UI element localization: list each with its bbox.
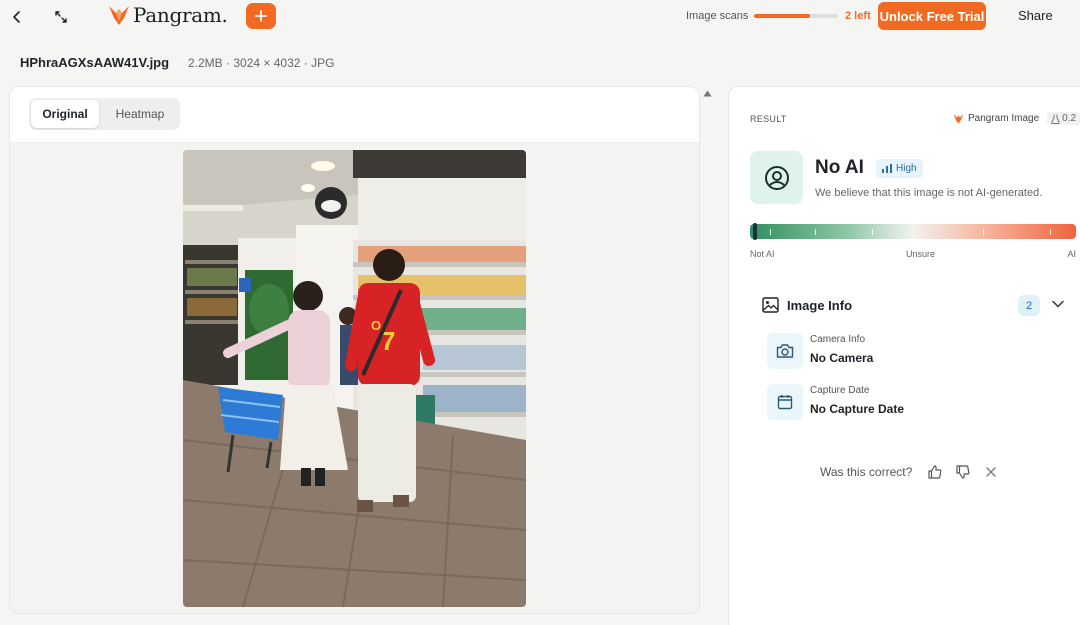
- ai-likelihood-scale: [750, 223, 1076, 240]
- result-panel: RESULT Pangram Image 0.2 No AI High We b…: [728, 86, 1080, 625]
- scans-left-count: 2 left: [845, 10, 871, 22]
- fox-logo-icon: [953, 114, 964, 124]
- user-circle-icon: [764, 165, 789, 190]
- scale-tick: [815, 229, 816, 235]
- image-viewer: O. 7: [10, 142, 699, 613]
- triangle-up-icon: [703, 90, 711, 96]
- brand-name: Pangram.: [133, 3, 228, 27]
- uploaded-photo: O. 7: [183, 150, 526, 607]
- image-info-toggle[interactable]: Image Info 2: [762, 295, 1067, 317]
- scans-progress-fill: [754, 14, 811, 18]
- model-version: 0.2: [1062, 113, 1077, 124]
- feedback-question: Was this correct?: [820, 465, 913, 479]
- image-icon: [762, 297, 779, 313]
- scale-tick: [983, 229, 984, 235]
- top-bar: Pangram. Image scans 2 left Unlock Free …: [0, 0, 1080, 32]
- image-info-count: 2: [1018, 295, 1040, 316]
- scale-tick: [872, 229, 873, 235]
- confidence-badge: High: [876, 159, 923, 178]
- model-badge: Pangram Image 0.2: [953, 112, 1080, 125]
- expand-icon: [55, 11, 67, 23]
- new-scan-button[interactable]: [246, 3, 276, 29]
- chevron-down-icon: [1052, 300, 1064, 308]
- signal-bars-icon: [882, 164, 892, 173]
- pangram-logo[interactable]: Pangram.: [108, 3, 228, 27]
- tab-original[interactable]: Original: [31, 100, 99, 128]
- scans-progress-bar: [754, 14, 838, 18]
- scale-label-unsure: Unsure: [906, 249, 936, 259]
- flask-icon: [1051, 114, 1060, 124]
- thumbs-down-button[interactable]: [955, 464, 971, 480]
- calendar-icon-box: [767, 384, 803, 420]
- model-name: Pangram Image: [968, 113, 1040, 124]
- dismiss-feedback-button[interactable]: [983, 464, 999, 480]
- back-button[interactable]: [6, 6, 28, 28]
- scale-tick: [770, 229, 771, 235]
- file-name: HPhraAGXsAAW41V.jpg: [20, 55, 170, 70]
- feedback-row: Was this correct?: [820, 464, 1011, 480]
- scroll-up-button[interactable]: [702, 88, 712, 98]
- chevron-left-icon: [13, 11, 20, 23]
- image-preview-panel: Original Heatmap O. 7: [9, 86, 700, 614]
- close-icon: [986, 467, 996, 477]
- camera-icon: [776, 344, 794, 358]
- scale-label-not-ai: Not AI: [750, 249, 775, 259]
- plus-icon: [255, 10, 267, 22]
- result-section-label: RESULT: [750, 114, 787, 124]
- camera-info-row: Camera Info No Camera: [767, 333, 1057, 369]
- capture-date-value: No Capture Date: [810, 402, 905, 416]
- file-meta: 2.2MB · 3024 × 4032 · JPG: [188, 56, 335, 70]
- thumbs-up-icon: [928, 465, 942, 479]
- tab-heatmap[interactable]: Heatmap: [103, 100, 177, 128]
- calendar-icon: [777, 395, 793, 410]
- verdict-icon-box: [750, 151, 803, 204]
- expand-button[interactable]: [50, 6, 72, 28]
- verdict-title: No AI: [815, 157, 864, 178]
- camera-info-label: Camera Info: [810, 334, 866, 345]
- image-info-title: Image Info: [787, 298, 853, 313]
- score-marker: [752, 223, 757, 240]
- scale-label-ai: AI: [1067, 249, 1076, 259]
- share-button[interactable]: Share: [1018, 8, 1053, 23]
- capture-date-label: Capture Date: [810, 385, 870, 396]
- confidence-label: High: [896, 163, 917, 174]
- thumbs-up-button[interactable]: [927, 464, 943, 480]
- verdict-description: We believe that this image is not AI-gen…: [815, 187, 1043, 199]
- image-scans-label: Image scans: [686, 10, 749, 22]
- fox-logo-icon: [109, 6, 129, 25]
- camera-icon-box: [767, 333, 803, 369]
- scale-tick: [1050, 229, 1051, 235]
- capture-date-row: Capture Date No Capture Date: [767, 384, 1057, 420]
- view-tabs: Original Heatmap: [29, 98, 180, 130]
- unlock-free-trial-button[interactable]: Unlock Free Trial: [878, 2, 986, 30]
- model-version-chip: 0.2: [1047, 112, 1080, 125]
- camera-info-value: No Camera: [810, 351, 874, 365]
- thumbs-down-icon: [956, 465, 970, 479]
